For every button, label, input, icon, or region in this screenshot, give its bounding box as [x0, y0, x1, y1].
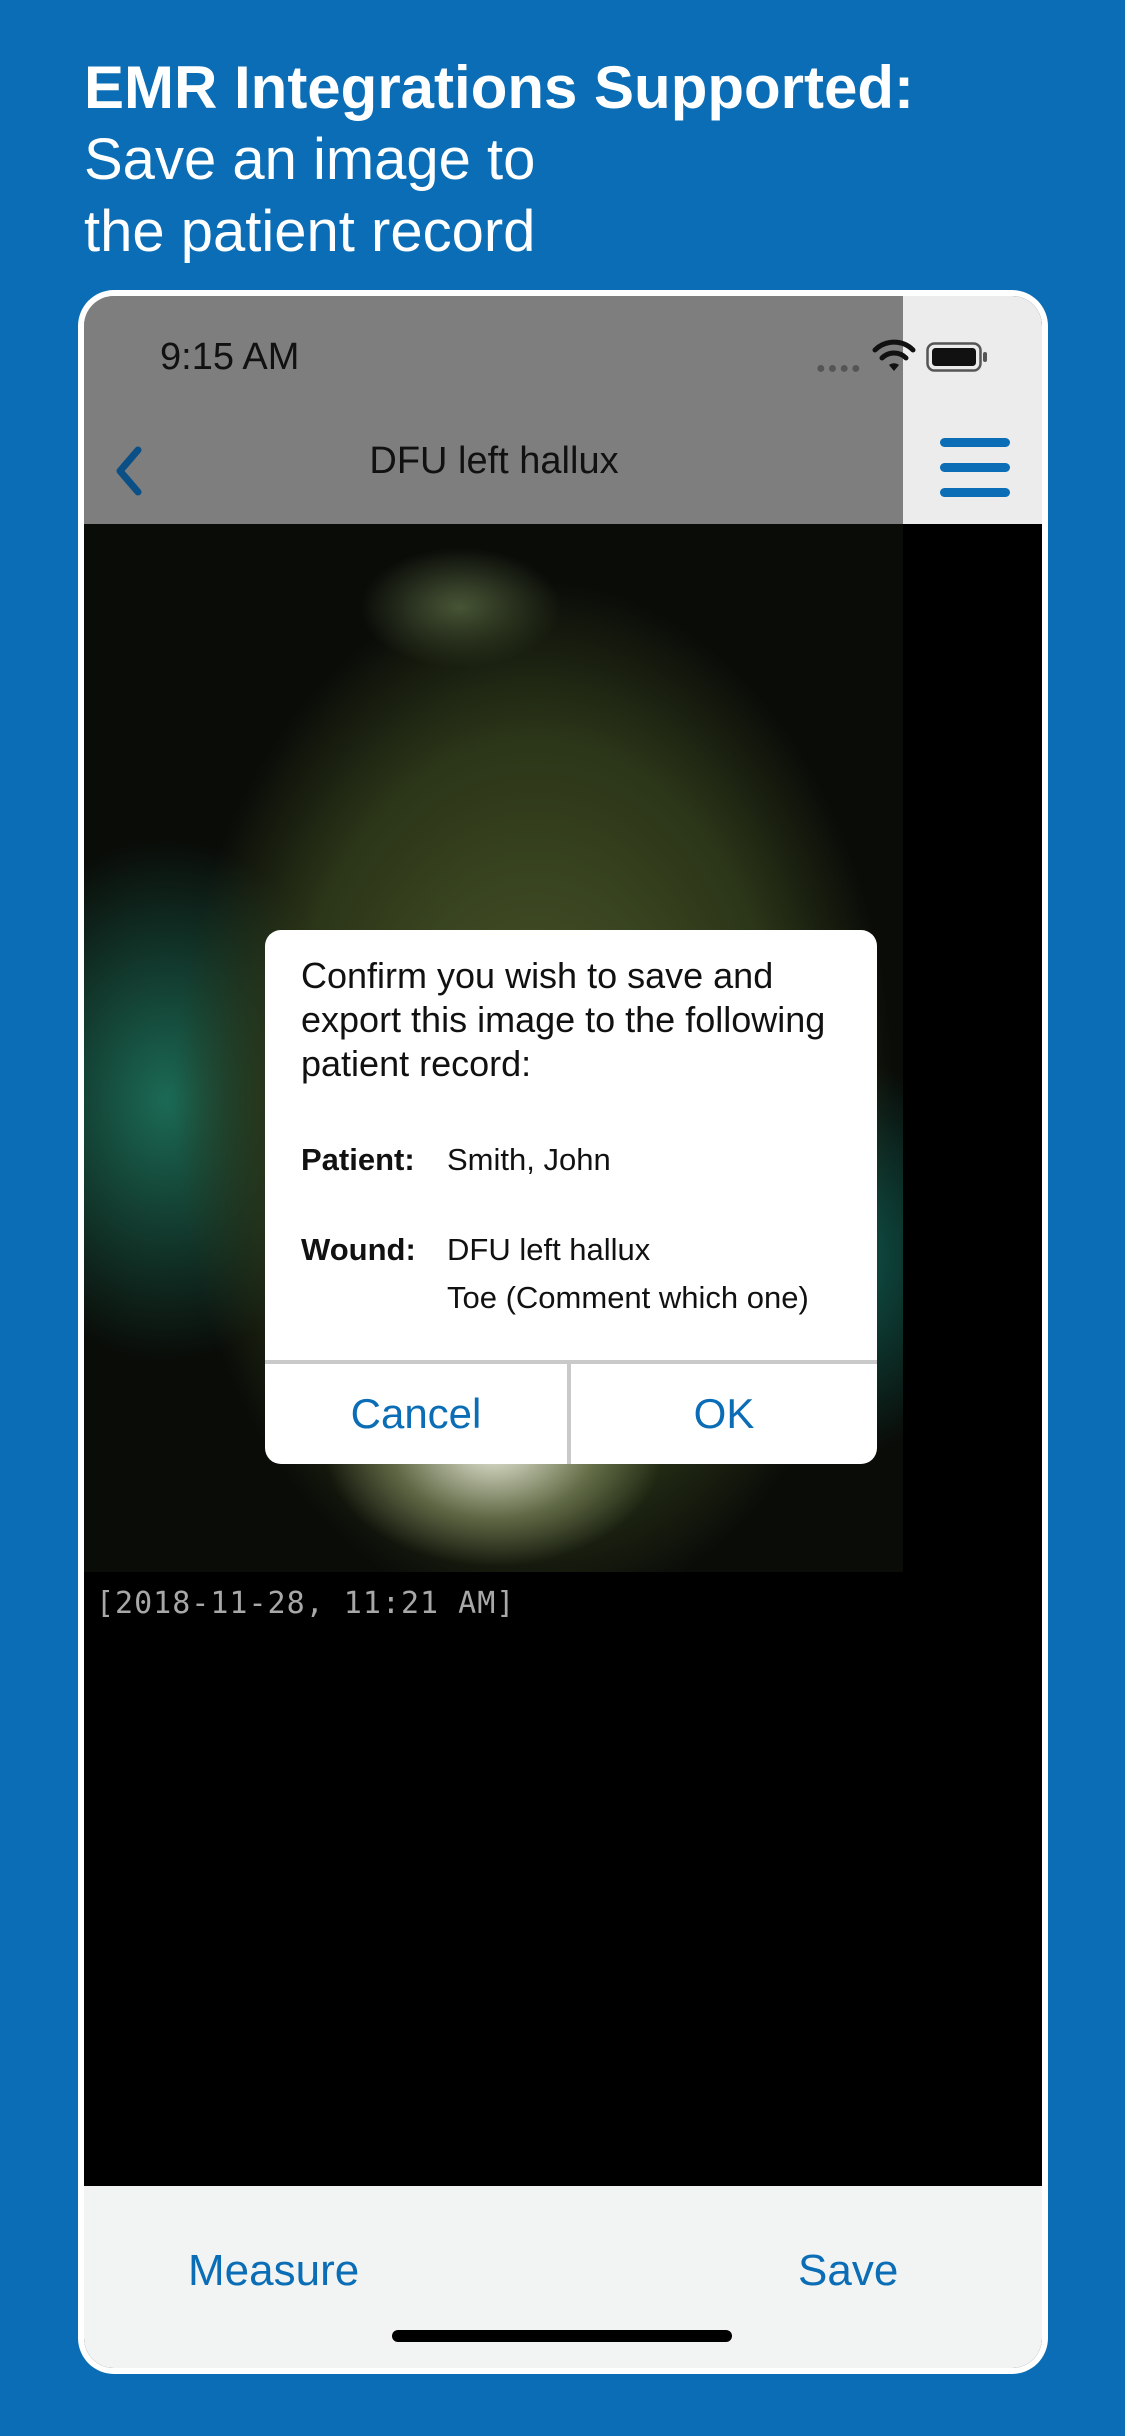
- cancel-button[interactable]: Cancel: [265, 1364, 567, 1464]
- status-time: 9:15 AM: [160, 336, 300, 378]
- wound-label: Wound:: [301, 1232, 416, 1267]
- confirm-export-dialog: Confirm you wish to save and export this…: [265, 930, 877, 1464]
- photo-timestamp: [2018-11-28, 11:21 AM]: [96, 1586, 516, 1621]
- phone-frame: 9:15 AM ●●●● DFU left hallux [2018-11-28…: [78, 290, 1048, 2374]
- dialog-message: Confirm you wish to save and export this…: [301, 955, 826, 1084]
- top-bar: 9:15 AM ●●●● DFU left hallux: [84, 296, 1042, 524]
- battery-icon: [926, 342, 987, 372]
- marketing-headline: EMR Integrations Supported: Save an imag…: [84, 52, 1084, 268]
- back-button[interactable]: [98, 436, 168, 506]
- chevron-left-icon: [116, 446, 142, 496]
- headline-line-2: Save an image to: [84, 127, 536, 192]
- status-icons: ●●●●: [816, 338, 1006, 378]
- patient-value: Smith, John: [447, 1142, 611, 1177]
- ok-button[interactable]: OK: [571, 1364, 877, 1464]
- headline-bold: EMR Integrations Supported:: [84, 54, 914, 121]
- bottom-toolbar: Measure Save: [84, 2186, 1042, 2368]
- phone-screen: 9:15 AM ●●●● DFU left hallux [2018-11-28…: [84, 296, 1042, 2368]
- signal-dots-icon: ●●●●: [816, 360, 863, 377]
- hamburger-menu-icon: [940, 438, 1010, 447]
- wifi-icon: [872, 339, 916, 371]
- menu-button[interactable]: [934, 436, 1012, 500]
- nav-title: DFU left hallux: [369, 440, 619, 482]
- wound-value: DFU left hallux: [447, 1232, 651, 1267]
- headline-line-3: the patient record: [84, 199, 536, 264]
- modal-dim-overlay: [84, 296, 903, 524]
- wound-detail: Toe (Comment which one): [447, 1280, 809, 1315]
- patient-label: Patient:: [301, 1142, 415, 1177]
- save-button[interactable]: Save: [798, 2246, 898, 2296]
- measure-button[interactable]: Measure: [188, 2246, 359, 2296]
- home-indicator: [392, 2330, 732, 2342]
